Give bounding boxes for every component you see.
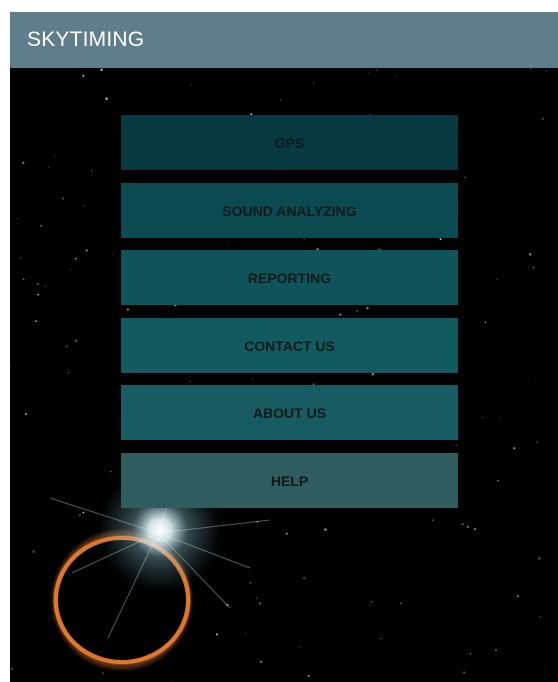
about-us-button[interactable]: ABOUT US (121, 385, 458, 440)
action-bar: SKYTIMING (10, 12, 558, 68)
contact-us-button[interactable]: CONTACT US (121, 318, 458, 373)
gps-button[interactable]: GPS (121, 115, 458, 170)
app-title: SKYTIMING (27, 28, 145, 51)
app-screen: SKYTIMING GPS SOUND ANALYZING REPORTING … (10, 12, 558, 682)
starfield-background: GPS SOUND ANALYZING REPORTING CONTACT US… (10, 68, 558, 682)
help-button[interactable]: HELP (121, 453, 458, 508)
sound-analyzing-button[interactable]: SOUND ANALYZING (121, 183, 458, 238)
reporting-button[interactable]: REPORTING (121, 250, 458, 305)
